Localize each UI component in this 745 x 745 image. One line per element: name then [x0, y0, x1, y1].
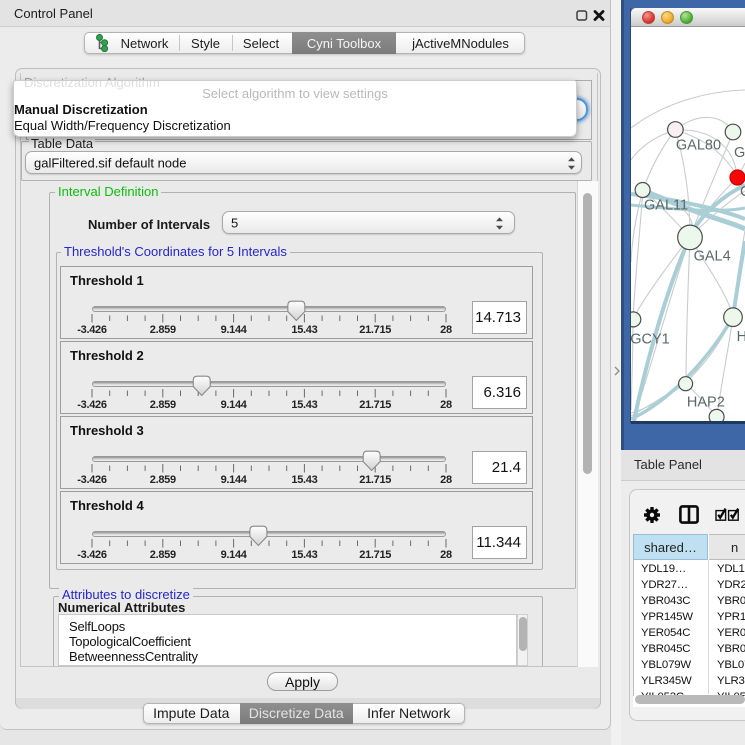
- svg-text:H: H: [737, 329, 745, 345]
- svg-text:GCY1: GCY1: [631, 332, 670, 348]
- svg-text:C: C: [740, 184, 745, 200]
- svg-text:GAL11: GAL11: [644, 198, 688, 214]
- svg-text:GAL4: GAL4: [694, 249, 731, 265]
- svg-text:HAP2: HAP2: [687, 395, 725, 411]
- svg-text:GAL: GAL: [734, 145, 745, 161]
- svg-text:GAL80: GAL80: [676, 138, 721, 154]
